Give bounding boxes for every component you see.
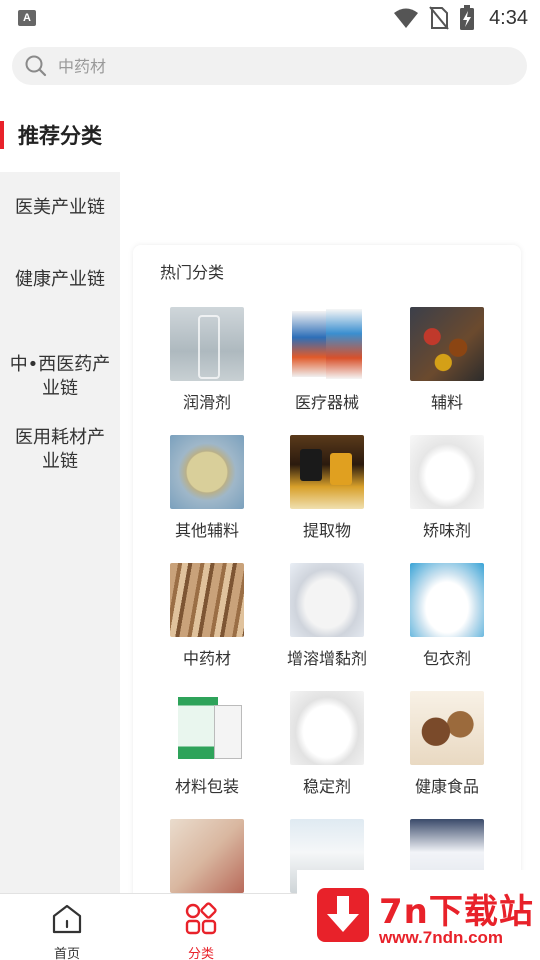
- sidebar-item-label: 医用耗材产 业链: [15, 427, 105, 472]
- category-label: 矫味剂: [422, 521, 471, 540]
- category-label: 增溶增黏剂: [286, 649, 367, 668]
- download-arrow-icon: [317, 888, 369, 942]
- category-item-flavoring[interactable]: 矫味剂: [387, 435, 507, 541]
- category-item-medical-device[interactable]: 医疗器械: [267, 307, 387, 413]
- category-item-excipient[interactable]: 辅料: [387, 307, 507, 413]
- category-image: [170, 435, 244, 509]
- sidebar-item-consumables[interactable]: 医用耗材产 业链: [0, 402, 120, 474]
- category-item-coating[interactable]: 包衣剂: [387, 563, 507, 669]
- watermark: 7n下载站 www.7ndn.com: [297, 870, 540, 960]
- section-title: 推荐分类: [18, 124, 102, 148]
- sidebar-item-label: 医美产业链: [15, 197, 105, 218]
- battery-charging-icon: [460, 5, 475, 30]
- tab-category[interactable]: 分类: [161, 902, 241, 960]
- category-image: [290, 691, 364, 765]
- category-label: 稳定剂: [302, 777, 351, 796]
- watermark-url: www.7ndn.com: [379, 928, 504, 947]
- section-header: 推荐分类: [0, 118, 102, 152]
- search-input[interactable]: [58, 56, 458, 76]
- category-label: 医疗器械: [294, 393, 359, 412]
- category-image: [290, 435, 364, 509]
- category-label: 提取物: [302, 521, 351, 540]
- sidebar-item-label: 健康产业链: [15, 269, 105, 290]
- category-label: 中药材: [182, 649, 231, 668]
- category-item-lubricant[interactable]: 润滑剂: [147, 307, 267, 413]
- category-item-stabilizer[interactable]: 稳定剂: [267, 691, 387, 797]
- category-image: [290, 307, 364, 381]
- category-item-cosmetics[interactable]: [147, 819, 267, 901]
- hot-categories-card: 热门分类 润滑剂 医疗器械 辅料 其他辅料 提取物 矫味剂 中药材 增溶增黏剂 …: [133, 245, 521, 905]
- status-icons: 4:34: [393, 4, 528, 32]
- sidebar-item-label: 中•西医药产 业链: [9, 354, 111, 399]
- category-item-packaging[interactable]: 材料包装: [147, 691, 267, 797]
- category-item-other-excipient[interactable]: 其他辅料: [147, 435, 267, 541]
- category-item-herbal[interactable]: 中药材: [147, 563, 267, 669]
- card-title: 热门分类: [160, 263, 225, 282]
- tab-home-label: 首页: [53, 947, 80, 960]
- category-sidebar: 医美产业链 健康产业链 中•西医药产 业链 医用耗材产 业链: [0, 172, 120, 893]
- category-label: 其他辅料: [174, 521, 239, 540]
- category-image: [410, 691, 484, 765]
- category-image: [290, 563, 364, 637]
- no-sim-icon: [429, 6, 449, 30]
- tab-home[interactable]: 首页: [27, 902, 107, 960]
- sidebar-item-medical-beauty[interactable]: 医美产业链: [0, 196, 120, 220]
- category-label: 润滑剂: [182, 393, 231, 412]
- app-notification-icon: A: [18, 10, 36, 26]
- category-label: 辅料: [430, 393, 463, 412]
- search-bar[interactable]: [12, 47, 527, 85]
- search-icon: [25, 55, 47, 77]
- category-item-solubilizer[interactable]: 增溶增黏剂: [267, 563, 387, 669]
- section-accent-bar: [0, 121, 4, 149]
- status-bar: A 4:34: [0, 0, 540, 36]
- category-grid-icon: [185, 902, 217, 935]
- category-label: 包衣剂: [422, 649, 471, 668]
- clock: 4:34: [489, 6, 528, 29]
- category-image: [170, 691, 244, 765]
- category-image: [170, 819, 244, 893]
- category-image: [410, 307, 484, 381]
- category-label: 材料包装: [174, 777, 239, 796]
- category-image: [410, 563, 484, 637]
- category-item-extract[interactable]: 提取物: [267, 435, 387, 541]
- home-icon: [52, 904, 82, 934]
- category-label: 健康食品: [414, 777, 479, 796]
- sidebar-item-health[interactable]: 健康产业链: [0, 268, 120, 292]
- wifi-icon: [394, 8, 419, 28]
- category-image: [170, 307, 244, 381]
- watermark-title: 7n下载站: [379, 892, 534, 932]
- category-image: [410, 435, 484, 509]
- category-item-health-food[interactable]: 健康食品: [387, 691, 507, 797]
- sidebar-item-medicine[interactable]: 中•西医药产 业链: [0, 329, 120, 401]
- category-image: [170, 563, 244, 637]
- tab-category-label: 分类: [187, 947, 214, 960]
